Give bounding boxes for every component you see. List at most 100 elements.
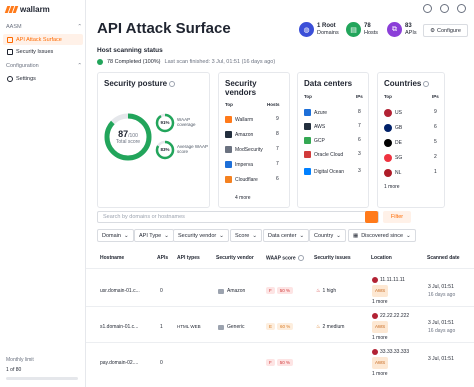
vendor-row[interactable]: Amazon bbox=[225, 131, 253, 138]
flag-icon bbox=[384, 124, 392, 132]
check-circle-icon bbox=[97, 59, 103, 65]
top-icons bbox=[423, 4, 466, 13]
flag-icon bbox=[384, 154, 392, 162]
chevron-down-icon: ⌄ bbox=[299, 232, 305, 239]
info-icon[interactable] bbox=[423, 80, 430, 87]
vendors-more-link[interactable]: 4 more bbox=[235, 195, 251, 201]
filter-chip-discovered-since[interactable]: ▦ Discovered since ⌄ bbox=[348, 229, 416, 242]
wallarm-logo-icon bbox=[4, 6, 19, 13]
datacenter-ips: 6 bbox=[358, 137, 361, 143]
sidebar-item-security-issues[interactable]: Security Issues bbox=[3, 46, 83, 57]
scanned-date-cell: 3 Jul, 01:51 16 days ago bbox=[428, 320, 456, 334]
scanned-date-cell: 3 Jul, 01:51 16 days ago bbox=[428, 284, 456, 298]
filter-chip-data-center[interactable]: Data center ⌄ bbox=[263, 229, 310, 242]
vendor-row[interactable]: Cloudflare bbox=[225, 176, 258, 183]
filter-chip-domain[interactable]: Domain ⌄ bbox=[97, 229, 134, 242]
col-location[interactable]: Location bbox=[371, 255, 392, 261]
globe-icon: ◍ bbox=[299, 22, 314, 37]
vendor-name: ModSecurity bbox=[235, 146, 263, 153]
col-security-issues[interactable]: Security issues bbox=[314, 255, 351, 261]
divider bbox=[86, 268, 474, 269]
col-scanned-date[interactable]: Scanned date bbox=[427, 255, 460, 261]
info-icon[interactable] bbox=[169, 80, 176, 87]
user-icon[interactable] bbox=[457, 4, 466, 13]
sidebar-group-aasm[interactable]: AASM ⌃ bbox=[6, 24, 82, 30]
shield-icon bbox=[7, 48, 13, 55]
stat-hosts[interactable]: ▤ 78 Hosts bbox=[346, 22, 378, 37]
datacenter-row[interactable]: Digital Ocean bbox=[304, 168, 346, 175]
filter-chip-country[interactable]: Country ⌄ bbox=[309, 229, 346, 242]
location-tag: AWS bbox=[372, 285, 389, 297]
api-types-cell: HTML WEB bbox=[177, 324, 201, 329]
chevron-up-icon: ⌃ bbox=[77, 24, 82, 30]
waap-coverage-pct: 91% bbox=[160, 120, 170, 125]
configure-button[interactable]: ⚙ Configure bbox=[423, 24, 468, 37]
country-row[interactable]: NL bbox=[384, 169, 401, 177]
info-icon bbox=[297, 255, 304, 261]
countries-more-link[interactable]: 1 more bbox=[384, 184, 400, 190]
vendor-row[interactable]: Imperva bbox=[225, 161, 253, 168]
hostname-cell[interactable]: pay.domain-02.... bbox=[100, 360, 138, 366]
search-input[interactable]: Search by domains or hostnames bbox=[97, 211, 379, 223]
country-row[interactable]: SG bbox=[384, 154, 402, 162]
avg-waap-pct: 83% bbox=[160, 147, 170, 152]
hostname-cell[interactable]: s1.domain-01.c... bbox=[100, 324, 138, 330]
vendor-logo-icon bbox=[225, 131, 232, 138]
col-waap-score[interactable]: WAAP score bbox=[266, 255, 304, 261]
vendor-logo-icon bbox=[225, 116, 232, 123]
sidebar-item-api-attack-surface[interactable]: API Attack Surface bbox=[3, 34, 83, 45]
filter-chip-api-type[interactable]: API Type ⌄ bbox=[134, 229, 174, 242]
country-ips: 1 bbox=[434, 169, 437, 175]
vendor-row[interactable]: ModSecurity bbox=[225, 146, 263, 153]
vendor-hosts: 6 bbox=[276, 176, 279, 182]
col-api-types[interactable]: API types bbox=[177, 255, 200, 261]
sidebar-group-configuration[interactable]: Configuration ⌃ bbox=[6, 63, 82, 69]
datacenter-row[interactable]: Azure bbox=[304, 109, 346, 116]
filter-chip-security-vendor[interactable]: Security vendor ⌄ bbox=[173, 229, 229, 242]
datacenter-logo-icon bbox=[304, 123, 311, 130]
gear-icon bbox=[7, 75, 13, 82]
grade-badge: F bbox=[266, 287, 275, 294]
security-issues-cell[interactable]: ♨ 1 high bbox=[316, 288, 336, 294]
country-code: SG bbox=[395, 155, 403, 161]
vendor-name: Imperva bbox=[235, 161, 254, 168]
col-security-vendor[interactable]: Security vendor bbox=[216, 255, 254, 261]
vendor-name: Amazon bbox=[235, 131, 254, 138]
flame-icon: ♨ bbox=[316, 288, 321, 294]
vendor-hosts: 7 bbox=[276, 161, 279, 167]
stat-apis[interactable]: ⧉ 83 APIs bbox=[387, 22, 417, 37]
search-button[interactable] bbox=[365, 211, 378, 223]
sidebar-item-settings[interactable]: Settings bbox=[3, 73, 83, 84]
country-row[interactable]: GB bbox=[384, 124, 402, 132]
scan-status-title: Host scanning status bbox=[97, 47, 163, 54]
filter-button[interactable]: Filter bbox=[383, 211, 411, 223]
filter-chip-score[interactable]: Score ⌄ bbox=[230, 229, 262, 242]
col-hostname[interactable]: Hostname bbox=[100, 255, 124, 261]
ip-address: 22.22.22.222 bbox=[380, 313, 410, 319]
wallarm-logo[interactable]: wallarm bbox=[4, 5, 50, 14]
hostname-cell[interactable]: usr.domain-01.c... bbox=[100, 288, 140, 294]
vendor-logo-icon bbox=[225, 161, 232, 168]
vendor-row[interactable]: Wallarm bbox=[225, 116, 253, 123]
apis-cell: 1 bbox=[160, 324, 163, 330]
security-vendors-card: Security vendors Top Hosts 4 more Wallar… bbox=[218, 72, 290, 208]
datacenter-logo-icon bbox=[304, 137, 311, 144]
datacenter-row[interactable]: GCP bbox=[304, 137, 346, 144]
datacenter-row[interactable]: AWS bbox=[304, 123, 346, 130]
stat-domains[interactable]: ◍ 1 Root Domains bbox=[299, 22, 339, 37]
location-cell: 33.33.33.333 AWS 1 more bbox=[372, 347, 409, 379]
country-code: GB bbox=[395, 125, 403, 131]
location-more-link[interactable]: 1 more bbox=[372, 369, 409, 379]
datacenter-name: Digital Ocean bbox=[314, 168, 345, 175]
country-row[interactable]: US bbox=[384, 109, 402, 117]
datacenter-row[interactable]: Oracle Cloud bbox=[304, 151, 346, 158]
security-issues-cell[interactable]: ♨ 2 medium bbox=[316, 324, 344, 330]
chevron-down-icon: ⌄ bbox=[336, 232, 341, 239]
apis-cell: 0 bbox=[160, 288, 163, 294]
security-posture-card: Security posture 87/100 Total score 91% … bbox=[97, 72, 210, 208]
vendor-logo-icon bbox=[225, 176, 232, 183]
help-icon[interactable] bbox=[440, 4, 449, 13]
bell-icon[interactable] bbox=[423, 4, 432, 13]
country-row[interactable]: DE bbox=[384, 139, 402, 147]
col-apis[interactable]: APIs bbox=[157, 255, 168, 261]
